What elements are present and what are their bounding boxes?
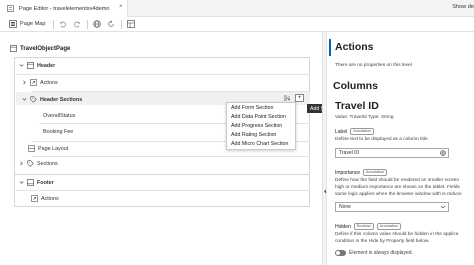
redo-icon[interactable]: [73, 20, 82, 29]
label-input-value: Travel ID: [339, 150, 360, 156]
footer-node[interactable]: Footer: [18, 179, 54, 186]
importance-description-line-3: same logic applies when the browser wind…: [335, 192, 462, 197]
menu-item-add-form-section[interactable]: Add Form Section: [231, 105, 273, 111]
page-layout-label: Page Layout: [38, 145, 69, 152]
page-map-button[interactable]: Page Map: [6, 19, 48, 30]
menu-item-add-progress-section[interactable]: Add Progress Section: [231, 123, 282, 129]
importance-description-line-1: Define how the field should be rendered …: [335, 178, 459, 183]
editor-toolbar: Page Map: [0, 17, 474, 32]
booking-fee-node[interactable]: Booking Fee: [43, 129, 73, 135]
reset-icon[interactable]: [107, 20, 116, 29]
root-page-node[interactable]: TravelObjectPage: [10, 45, 70, 52]
chevron-down-icon[interactable]: [18, 180, 24, 186]
importance-select[interactable]: None: [335, 202, 449, 212]
hidden-description-line-1: Define if this column value should be hi…: [335, 232, 459, 237]
label-description: Define text to be displayed as a column …: [335, 137, 429, 142]
boolean-badge: Boolean: [353, 223, 374, 230]
annotation-badge: Annotation: [363, 169, 388, 176]
chevron-right-icon[interactable]: [21, 80, 27, 86]
importance-select-value: None: [339, 204, 351, 210]
chevron-down-icon[interactable]: [440, 204, 446, 212]
importance-field-title: Importance: [335, 169, 361, 176]
menu-item-add-data-point-section[interactable]: Add Data Point Section: [231, 114, 286, 120]
globe-icon[interactable]: [93, 20, 102, 29]
overall-status-label: OverallStatus: [43, 113, 76, 119]
sections-label: Sections: [37, 160, 58, 167]
booking-fee-label: Booking Fee: [43, 129, 74, 135]
header-icon: [27, 62, 34, 69]
footer-actions-label: Actions: [41, 195, 59, 202]
page-icon: [10, 45, 17, 52]
toolbar-separator: [86, 19, 88, 29]
page-editor-icon: [6, 4, 15, 13]
root-page-label: TravelObjectPage: [20, 45, 71, 52]
page-layout-icon: [28, 145, 35, 152]
label-field-header: Label Annotation: [335, 128, 375, 135]
importance-description-line-2: high or medium importance are shown on t…: [335, 185, 460, 190]
action-link-icon: [31, 195, 38, 202]
footer-label: Footer: [37, 179, 54, 186]
layout-icon[interactable]: [127, 20, 136, 29]
menu-item-add-micro-chart-section[interactable]: Add Micro Chart Section: [231, 141, 288, 147]
actions-note: There are no properties on this level: [335, 63, 412, 68]
chevron-down-icon[interactable]: [18, 63, 24, 69]
hidden-toggle[interactable]: [335, 250, 346, 256]
toolbar-separator: [52, 19, 54, 29]
show-details-link[interactable]: Show de: [452, 4, 474, 10]
divider: [16, 74, 310, 75]
travel-id-heading: Travel ID: [335, 100, 379, 112]
chevron-down-icon[interactable]: [21, 97, 27, 103]
menu-item-add-rating-section[interactable]: Add Rating Section: [231, 132, 276, 138]
annotation-badge: Annotation: [350, 128, 375, 135]
columns-heading: Columns: [333, 80, 378, 92]
selection-indicator: [329, 39, 331, 56]
page-map-label: Page Map: [20, 21, 46, 27]
divider: [31, 156, 310, 157]
annotation-badge: Annotation: [376, 223, 401, 230]
label-input[interactable]: Travel ID: [335, 148, 449, 158]
tag-icon: [30, 96, 37, 103]
add-section-button[interactable]: +: [295, 94, 304, 102]
chevron-right-icon[interactable]: [18, 161, 24, 167]
editor-tab-bar: Page Editor - travelelementsv4demo × Sho…: [0, 0, 474, 17]
properties-panel: Actions There are no properties on this …: [327, 32, 474, 265]
add-section-menu: Add Form Section Add Data Point Section …: [226, 102, 296, 150]
overall-status-node[interactable]: OverallStatus: [43, 113, 75, 119]
sections-node[interactable]: Sections: [18, 160, 58, 167]
tag-icon: [27, 160, 34, 167]
page-map-icon: [8, 20, 17, 29]
tab-title: Page Editor - travelelementsv4demo: [19, 5, 110, 12]
footer-icon: [27, 179, 34, 186]
page-layout-node[interactable]: Page Layout: [28, 145, 68, 152]
label-field-title: Label: [335, 128, 348, 135]
toolbar-separator: [120, 19, 122, 29]
hidden-field-header: Hidden Boolean Annotation: [335, 223, 401, 230]
globe-icon[interactable]: [440, 150, 446, 158]
header-node[interactable]: Header: [18, 62, 55, 69]
close-icon[interactable]: ×: [119, 4, 123, 10]
actions-heading: Actions: [335, 41, 374, 53]
header-sections-label: Header Sections: [40, 96, 83, 103]
header-actions-label: Actions: [40, 79, 58, 86]
header-actions-node[interactable]: Actions: [21, 79, 58, 86]
hidden-description-line-2: condition in the Hide by Property field …: [335, 239, 430, 244]
divider: [16, 190, 310, 191]
header-label: Header: [37, 62, 56, 69]
importance-field-header: Importance Annotation: [335, 169, 388, 176]
value-type-line: Value: TravelId Type: String: [335, 115, 394, 120]
footer-actions-node[interactable]: Actions: [31, 195, 59, 202]
undo-icon[interactable]: [59, 20, 68, 29]
hidden-toggle-label: Element is always displayed.: [349, 250, 413, 256]
page-editor-tab[interactable]: Page Editor - travelelementsv4demo ×: [0, 0, 128, 17]
header-sections-node[interactable]: Header Sections: [21, 96, 82, 103]
action-link-icon: [30, 79, 37, 86]
footer-card: Footer Actions: [14, 174, 310, 207]
hidden-field-title: Hidden: [335, 223, 351, 230]
